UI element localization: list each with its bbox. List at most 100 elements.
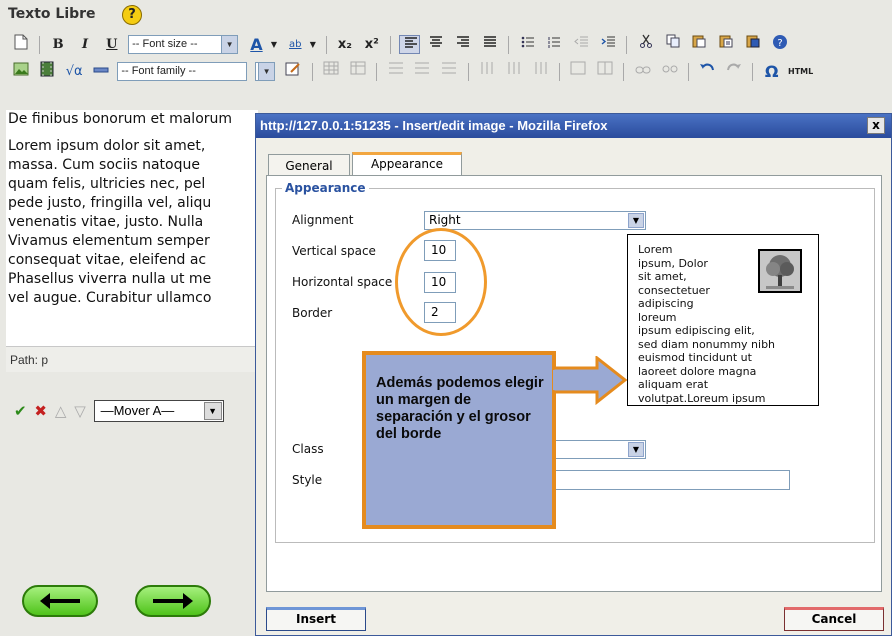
bold-icon[interactable]: B (48, 34, 69, 55)
alignment-label: Alignment (292, 213, 354, 227)
split-cells-icon[interactable] (595, 61, 616, 82)
outdent-icon[interactable] (571, 34, 592, 55)
copy-icon[interactable] (662, 34, 683, 55)
forward-arrow-button[interactable] (135, 585, 211, 617)
link-icon[interactable] (632, 61, 653, 82)
table-icon[interactable] (321, 61, 342, 82)
row-before-icon[interactable] (385, 61, 406, 82)
paste-icon[interactable] (689, 34, 710, 55)
italic-icon[interactable]: I (74, 34, 95, 55)
preview-line: adipiscing (638, 297, 694, 310)
highlight-color-icon[interactable]: ab (285, 34, 306, 55)
chevron-down-icon: ▼ (258, 63, 275, 80)
align-right-icon[interactable] (453, 34, 474, 55)
font-family-dropdown[interactable]: ▼ (255, 62, 276, 81)
merge-cells-icon[interactable] (568, 61, 589, 82)
toolbar-separator (311, 62, 313, 81)
chevron-down-icon[interactable]: ▼ (308, 34, 318, 55)
undo-icon[interactable] (697, 61, 718, 82)
col-before-icon[interactable] (476, 61, 497, 82)
font-size-value: -- Font size -- (132, 38, 198, 50)
editor-toolbar-2: √α -- Font family -- ▼ Ω HTML (10, 61, 892, 87)
col-after-icon[interactable] (503, 61, 524, 82)
font-family-select[interactable]: -- Font family -- (117, 62, 248, 81)
redo-icon[interactable] (724, 61, 745, 82)
help-icon[interactable]: ? (769, 34, 790, 55)
alignment-preview: Lorem ipsum, Dolor sit amet, consectetue… (627, 234, 819, 406)
horizontal-rule-icon[interactable] (90, 61, 111, 82)
alignment-select[interactable]: Right ▼ (424, 211, 646, 230)
underline-icon[interactable]: U (101, 34, 122, 55)
preview-line: aliquam erat (638, 378, 709, 391)
unlink-icon[interactable] (659, 61, 680, 82)
editor-line: venenatis vitae, justo. Nulla (8, 214, 204, 230)
subscript-icon[interactable]: x₂ (334, 34, 355, 55)
editor-line: vel augue. Curabitur ullamco (8, 290, 212, 306)
numbered-list-icon[interactable] (544, 34, 565, 55)
row-after-icon[interactable] (412, 61, 433, 82)
paste-text-icon[interactable] (716, 34, 737, 55)
delete-col-icon[interactable] (530, 61, 551, 82)
media-icon[interactable] (37, 61, 58, 82)
editor-line: quam felis, ultricies nec, pel (8, 176, 206, 192)
toolbar-separator (390, 35, 392, 54)
new-document-icon[interactable] (10, 34, 31, 55)
align-left-icon[interactable] (398, 35, 420, 54)
preview-line: ipsum edipiscing elit, (638, 324, 755, 337)
check-icon[interactable]: ✔ (14, 402, 27, 420)
font-size-select[interactable]: -- Font size -- ▼ (128, 35, 239, 54)
chevron-down-icon: ▼ (203, 402, 222, 420)
help-icon[interactable]: ? (122, 5, 142, 25)
editor-line: Phasellus viverra nulla ut me (8, 271, 212, 287)
align-center-icon[interactable] (426, 34, 447, 55)
delete-icon[interactable]: ✖ (34, 402, 47, 420)
callout-text: Además podemos elegir un margen de separ… (376, 375, 544, 442)
insert-button[interactable]: Insert (266, 607, 366, 631)
tab-general[interactable]: General (268, 154, 350, 176)
move-down-icon[interactable]: ▽ (74, 402, 86, 420)
toolbar-separator (558, 62, 560, 81)
justify-icon[interactable] (479, 34, 500, 55)
superscript-icon[interactable]: x² (361, 34, 382, 55)
special-char-icon[interactable]: Ω (761, 61, 782, 82)
font-family-value: -- Font family -- (121, 65, 196, 77)
move-up-icon[interactable]: △ (55, 402, 67, 420)
chevron-down-icon[interactable]: ▼ (269, 34, 279, 55)
table-props-icon[interactable] (347, 61, 368, 82)
indent-icon[interactable] (598, 34, 619, 55)
delete-row-icon[interactable] (439, 61, 460, 82)
editor-line: Lorem ipsum dolor sit amet, (8, 138, 206, 154)
dialog-title: http://127.0.0.1:51235 - Insert/edit ima… (260, 118, 608, 133)
preview-line: volutpat.Loreum ipsum (638, 391, 766, 405)
block-controls: ✔ ✖ △ ▽ —Mover A— ▼ (14, 400, 224, 422)
tab-appearance[interactable]: Appearance (352, 152, 462, 176)
font-color-icon[interactable]: A (246, 34, 267, 55)
bullet-list-icon[interactable] (517, 34, 538, 55)
cut-icon[interactable] (635, 34, 656, 55)
editor-path-bar: Path: p (6, 346, 258, 372)
page-title: Texto Libre (8, 6, 96, 22)
editor-line: Vivamus elementum semper (8, 233, 210, 249)
mover-select[interactable]: —Mover A— ▼ (93, 400, 224, 422)
math-formula-icon[interactable]: √α (64, 61, 85, 82)
toolbar-separator (623, 62, 625, 81)
insert-image-icon[interactable] (10, 61, 31, 82)
alignment-value: Right (429, 213, 461, 227)
fieldset-legend: Appearance (282, 181, 369, 195)
chevron-down-icon: ▼ (628, 213, 644, 228)
editor-toolbar-1: B I U -- Font size -- ▼ A ▼ ab ▼ x₂ x² ? (10, 34, 892, 60)
cancel-button[interactable]: Cancel (784, 607, 884, 631)
paste-word-icon[interactable] (743, 34, 764, 55)
editor-content[interactable]: De finibus bonorum et malorum Lorem ipsu… (6, 110, 258, 346)
toolbar-separator (38, 35, 40, 54)
style-label: Style (292, 473, 323, 487)
back-arrow-button[interactable] (22, 585, 98, 617)
edit-style-icon[interactable] (283, 61, 304, 82)
html-source-icon[interactable]: HTML (788, 61, 813, 82)
toolbar-separator (508, 35, 510, 54)
vertical-space-label: Vertical space (292, 244, 376, 258)
svg-text:?: ? (777, 38, 782, 49)
toolbar-separator (687, 62, 689, 81)
close-icon[interactable]: x (867, 117, 885, 134)
toolbar-separator (467, 62, 469, 81)
